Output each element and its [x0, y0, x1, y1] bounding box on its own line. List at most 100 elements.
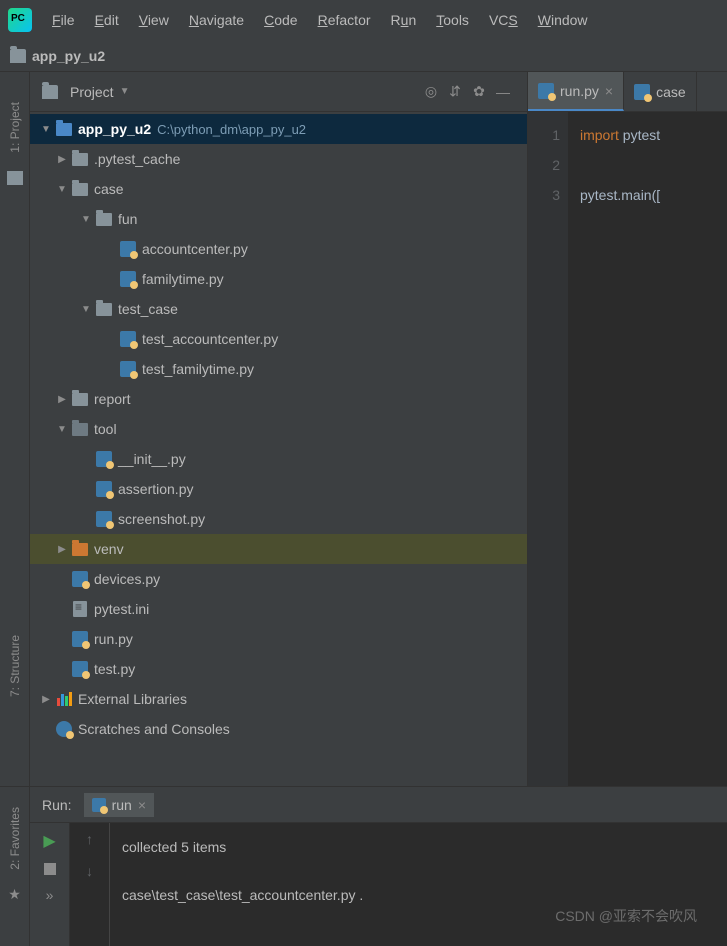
tree-node-familytime-py[interactable]: familytime.py — [30, 264, 527, 294]
folder-icon — [42, 85, 58, 99]
tree-node-report[interactable]: report — [30, 384, 527, 414]
down-icon[interactable]: ↓ — [86, 863, 93, 879]
python-file-icon — [120, 241, 136, 257]
folder-icon — [96, 303, 112, 316]
menu-tools[interactable]: Tools — [428, 8, 477, 32]
breadcrumb: app_py_u2 — [0, 40, 727, 72]
folder-icon — [72, 153, 88, 166]
chevron-right-icon[interactable] — [38, 694, 54, 705]
tree-scratches[interactable]: Scratches and Consoles — [30, 714, 527, 744]
chevron-right-icon[interactable] — [54, 154, 70, 165]
chevron-down-icon[interactable] — [38, 124, 54, 135]
code-editor[interactable]: import pytest pytest.main([ — [568, 112, 727, 786]
editor-tab-case[interactable]: case — [624, 72, 697, 111]
project-panel-header: Project ▼ ◎ ⇵ ✿ — — [30, 72, 527, 112]
menu-bar: File Edit View Navigate Code Refactor Ru… — [0, 0, 727, 40]
line-gutter: 1 2 3 — [528, 112, 568, 786]
python-file-icon — [120, 271, 136, 287]
tree-node-label: assertion.py — [118, 481, 193, 497]
run-config-tab[interactable]: run × — [84, 793, 154, 817]
tree-node-accountcenter-py[interactable]: accountcenter.py — [30, 234, 527, 264]
python-file-icon — [92, 798, 106, 812]
menu-navigate[interactable]: Navigate — [181, 8, 252, 32]
tree-node---init---py[interactable]: __init__.py — [30, 444, 527, 474]
tree-node-pytest-ini[interactable]: pytest.ini — [30, 594, 527, 624]
chevron-down-icon: ▼ — [120, 86, 130, 97]
tree-root[interactable]: app_py_u2 C:\python_dm\app_py_u2 — [30, 114, 527, 144]
tree-node-label: screenshot.py — [118, 511, 205, 527]
scratch-icon — [56, 721, 72, 737]
close-icon[interactable]: × — [605, 83, 613, 99]
python-file-icon — [96, 511, 112, 527]
tree-node-screenshot-py[interactable]: screenshot.py — [30, 504, 527, 534]
menu-vcs[interactable]: VCS — [481, 8, 526, 32]
menu-edit[interactable]: Edit — [87, 8, 127, 32]
menu-run[interactable]: Run — [383, 8, 425, 32]
menu-window[interactable]: Window — [530, 8, 596, 32]
breadcrumb-project[interactable]: app_py_u2 — [32, 48, 105, 64]
menu-code[interactable]: Code — [256, 8, 305, 32]
tree-node-devices-py[interactable]: devices.py — [30, 564, 527, 594]
python-file-icon — [634, 84, 650, 100]
editor-tab-run[interactable]: run.py × — [528, 72, 624, 111]
menu-file[interactable]: File — [44, 8, 83, 32]
console-output[interactable]: collected 5 items case\test_case\test_ac… — [110, 823, 727, 946]
tree-node-label: test_accountcenter.py — [142, 331, 278, 347]
tree-node-fun[interactable]: fun — [30, 204, 527, 234]
tree-node-venv[interactable]: venv — [30, 534, 527, 564]
tree-node-label: devices.py — [94, 571, 160, 587]
tree-node-label: run.py — [94, 631, 133, 647]
chevron-right-icon[interactable] — [54, 544, 70, 555]
locate-icon[interactable]: ◎ — [419, 80, 443, 104]
python-file-icon — [120, 361, 136, 377]
run-title: Run: — [42, 797, 72, 813]
tree-node-test-familytime-py[interactable]: test_familytime.py — [30, 354, 527, 384]
tree-node--pytest-cache[interactable]: .pytest_cache — [30, 144, 527, 174]
chevron-down-icon[interactable] — [54, 184, 70, 195]
tree-external-libraries[interactable]: External Libraries — [30, 684, 527, 714]
minimize-icon[interactable]: — — [491, 80, 515, 104]
rerun-icon[interactable]: ▶ — [43, 831, 55, 851]
expand-all-icon[interactable]: ⇵ — [443, 80, 467, 104]
tree-node-label: accountcenter.py — [142, 241, 248, 257]
tree-node-label: venv — [94, 541, 124, 557]
star-icon: ★ — [8, 886, 21, 903]
tree-node-tool[interactable]: tool — [30, 414, 527, 444]
menu-view[interactable]: View — [131, 8, 177, 32]
sidebar-tab-structure[interactable]: 7: Structure — [8, 625, 22, 707]
up-icon[interactable]: ↑ — [86, 831, 93, 847]
chevron-down-icon[interactable] — [78, 214, 94, 225]
project-tree: app_py_u2 C:\python_dm\app_py_u2 .pytest… — [30, 112, 527, 786]
folder-icon — [56, 123, 72, 136]
sidebar-tab-favorites[interactable]: 2: Favorites — [8, 797, 22, 880]
tree-node-test-case[interactable]: test_case — [30, 294, 527, 324]
tree-node-label: pytest.ini — [94, 601, 149, 617]
folder-icon — [72, 543, 88, 556]
stop-icon[interactable] — [44, 863, 56, 875]
python-file-icon — [72, 661, 88, 677]
tree-node-label: __init__.py — [118, 451, 186, 467]
config-file-icon — [73, 601, 87, 617]
tree-node-label: familytime.py — [142, 271, 224, 287]
tool-window-bar-left: 1: Project 7: Structure — [0, 72, 30, 786]
run-controls: ▶ » — [30, 823, 70, 946]
tree-node-test-accountcenter-py[interactable]: test_accountcenter.py — [30, 324, 527, 354]
chevron-right-icon[interactable] — [54, 394, 70, 405]
tree-node-label: report — [94, 391, 131, 407]
chevron-down-icon[interactable] — [54, 424, 70, 435]
tree-node-test-py[interactable]: test.py — [30, 654, 527, 684]
sidebar-tab-project[interactable]: 1: Project — [8, 92, 22, 163]
chevron-down-icon[interactable] — [78, 304, 94, 315]
tree-node-run-py[interactable]: run.py — [30, 624, 527, 654]
close-icon[interactable]: × — [138, 797, 146, 813]
tree-node-assertion-py[interactable]: assertion.py — [30, 474, 527, 504]
python-file-icon — [72, 631, 88, 647]
tree-node-case[interactable]: case — [30, 174, 527, 204]
python-file-icon — [538, 83, 554, 99]
watermark: CSDN @亚索不会吹风 — [555, 906, 697, 926]
project-panel-title[interactable]: Project ▼ — [42, 84, 129, 100]
menu-refactor[interactable]: Refactor — [310, 8, 379, 32]
folder-icon — [72, 423, 88, 436]
chevrons-icon[interactable]: » — [46, 887, 54, 903]
gear-icon[interactable]: ✿ — [467, 80, 491, 104]
